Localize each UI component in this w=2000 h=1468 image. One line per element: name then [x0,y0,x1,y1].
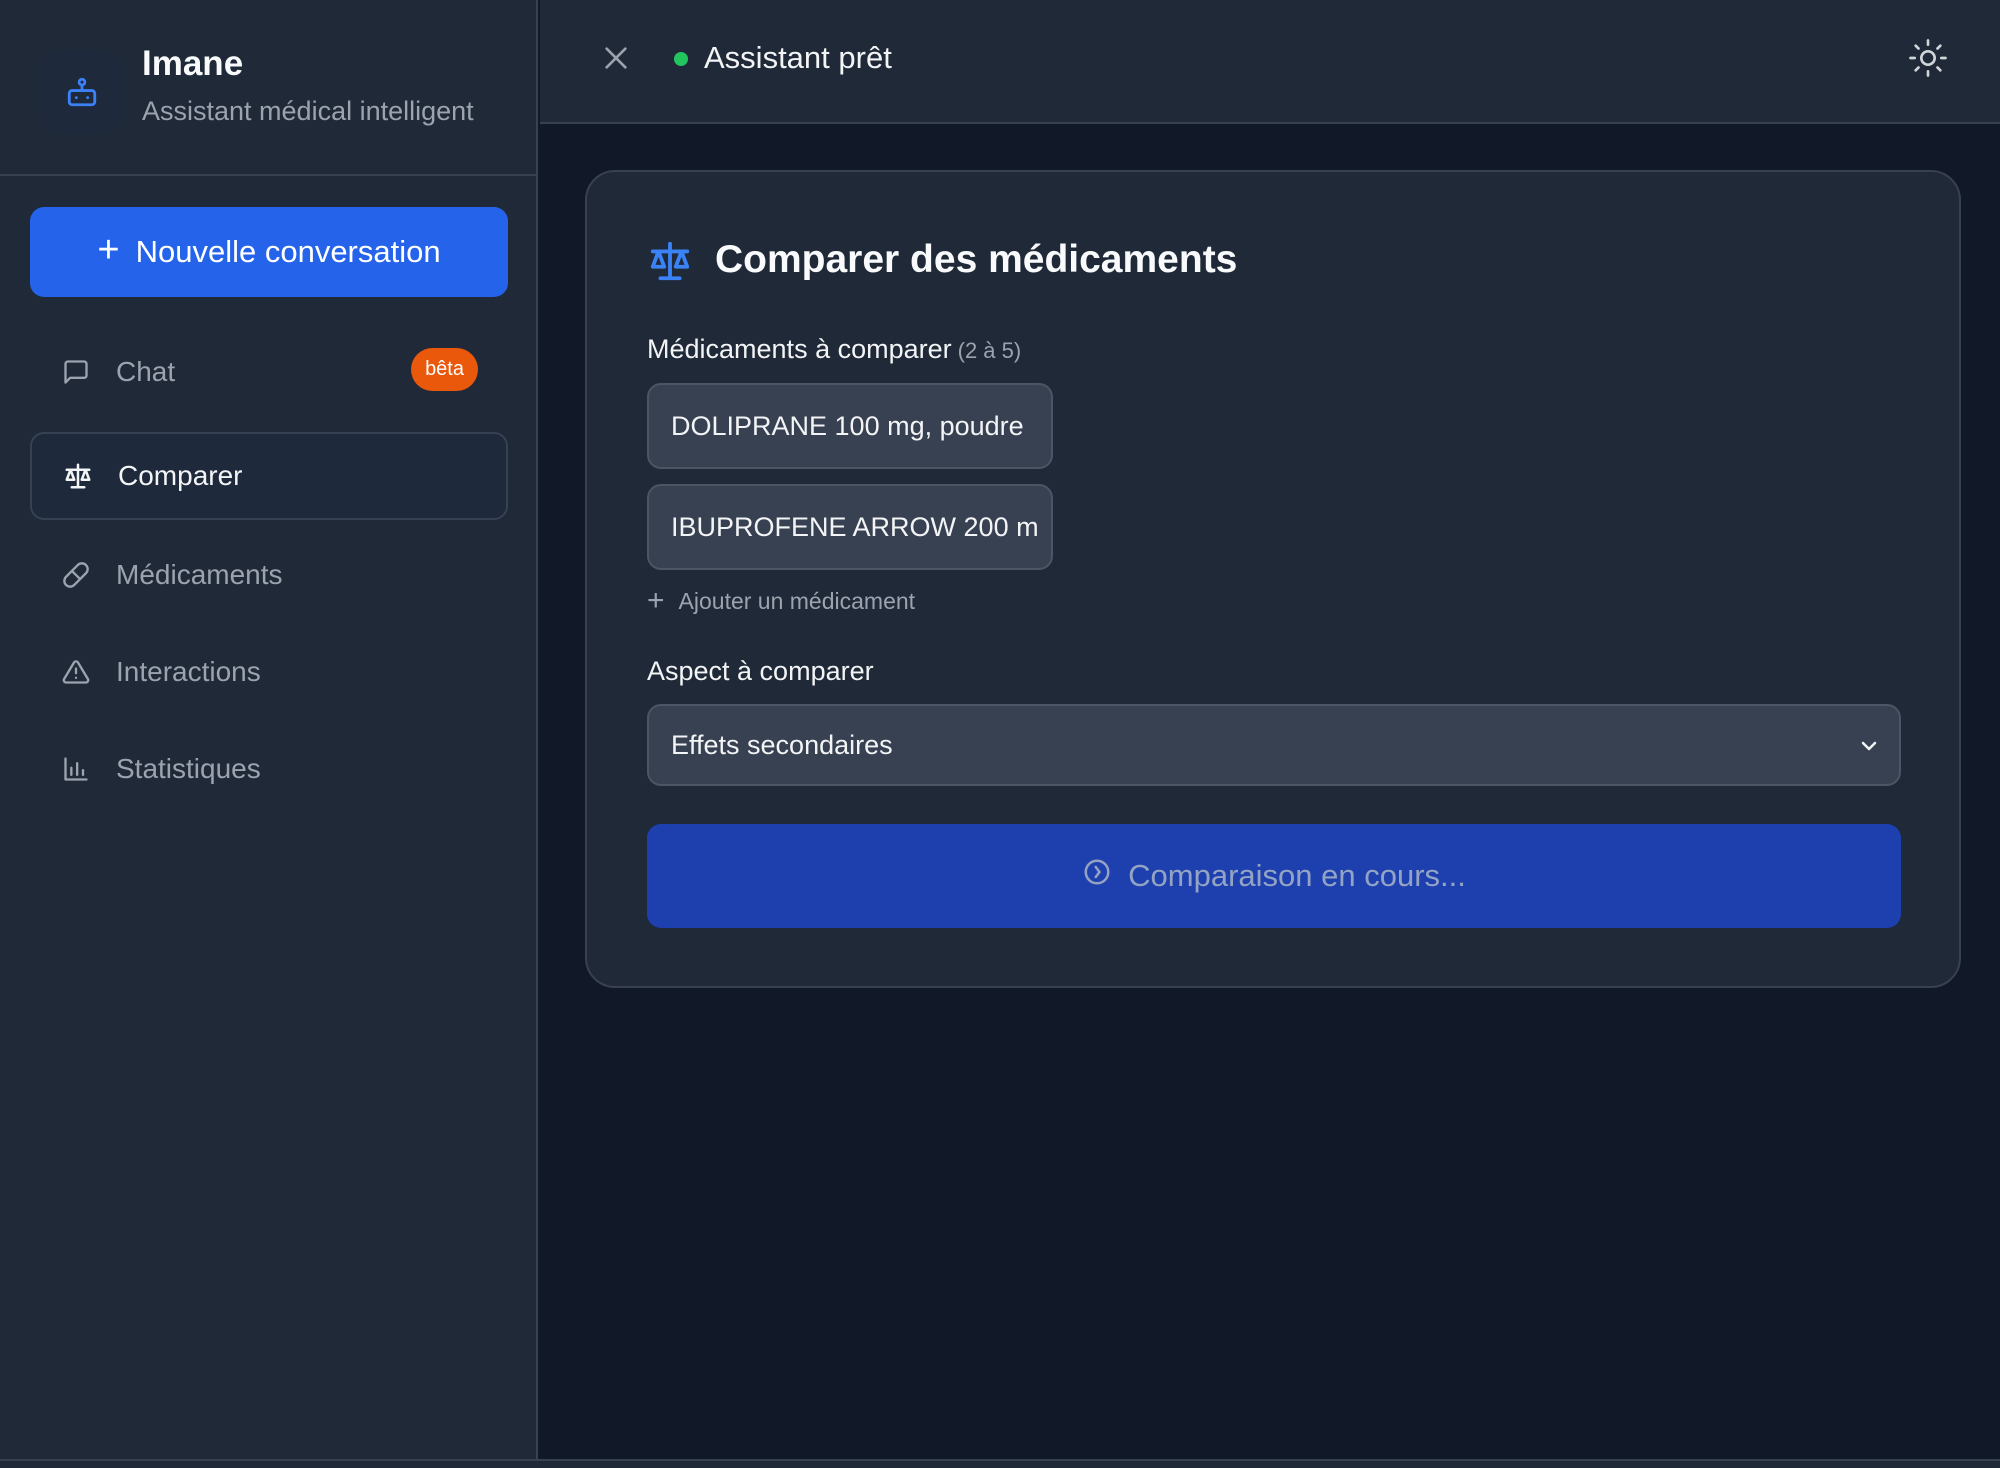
beta-badge: bêta [411,348,478,391]
sidebar-item-statistiques[interactable]: Statistiques [30,725,508,813]
chat-bubble-icon [60,356,92,388]
sidebar-item-label: Statistiques [116,753,261,784]
warning-triangle-icon [60,656,92,688]
close-icon[interactable] [600,42,632,74]
medications-hint: (2 à 5) [957,338,1022,363]
brand-subtitle: Assistant médical intelligent [142,96,474,126]
sidebar-item-comparer[interactable]: Comparer [30,432,508,520]
sidebar-item-label: Comparer [118,460,243,491]
add-medication-button[interactable]: + Ajouter un médicament [647,586,915,616]
add-medication-label: Ajouter un médicament [678,587,916,614]
robot-icon [40,50,124,134]
aspect-select-value: Effets secondaires [671,729,893,760]
plus-icon: + [97,229,120,271]
sidebar-item-interactions[interactable]: Interactions [30,628,508,716]
aspect-select[interactable]: Effets secondaires [647,704,1901,786]
sun-icon[interactable] [1908,38,1948,78]
compare-card: Comparer des médicaments Médicaments à c… [585,170,1961,988]
medication-input-1[interactable]: DOLIPRANE 100 mg, poudre [647,383,1053,469]
scale-icon [62,460,94,492]
medication-input-2[interactable]: IBUPROFENE ARROW 200 m [647,484,1053,570]
sidebar-item-label: Interactions [116,656,261,687]
compare-submit-label: Comparaison en cours... [1128,858,1466,893]
medications-label-text: Médicaments à comparer [647,334,952,364]
new-conversation-label: Nouvelle conversation [135,234,441,269]
page-title: Comparer des médicaments [715,238,1238,281]
new-conversation-button[interactable]: + Nouvelle conversation [30,207,508,297]
scale-icon [647,238,693,284]
brand-name: Imane [142,44,244,83]
brand-header: Imane Assistant médical intelligent [0,0,536,176]
compare-submit-button[interactable]: Comparaison en cours... [647,824,1901,928]
top-bar: Assistant prêt [540,0,2000,124]
plus-icon: + [647,584,665,617]
chevron-down-icon [1857,734,1881,758]
sidebar: Imane Assistant médical intelligent + No… [0,0,538,1459]
bar-chart-icon [60,753,92,785]
pill-icon [60,559,92,591]
sidebar-item-label: Chat [116,356,176,387]
aspect-label: Aspect à comparer [647,656,874,686]
sidebar-item-medicaments[interactable]: Médicaments [30,531,508,619]
sidebar-item-chat[interactable]: Chat bêta [30,328,508,416]
status-text: Assistant prêt [704,40,892,75]
loading-spinner-icon [1082,857,1112,895]
bottom-bar [0,1459,2000,1468]
sidebar-item-label: Médicaments [116,559,283,590]
status-indicator [674,52,688,66]
medications-label: Médicaments à comparer (2 à 5) [647,334,1021,365]
